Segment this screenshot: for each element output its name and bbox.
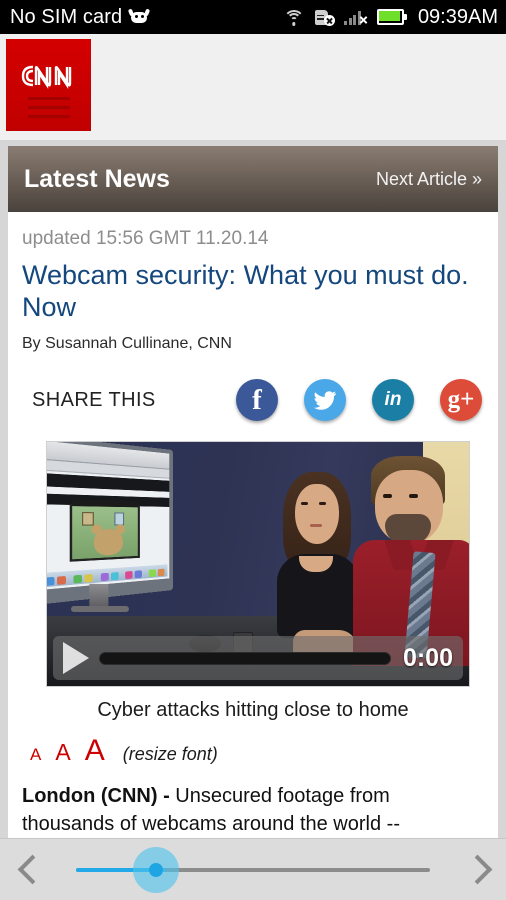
linkedin-icon[interactable]: in	[372, 379, 414, 421]
share-row: SHARE THIS f in g+	[22, 373, 484, 427]
bottom-navigation-bar	[0, 838, 506, 900]
share-icon-group: f in g+	[236, 379, 482, 421]
article-slider[interactable]	[66, 846, 440, 893]
video-progress-bar[interactable]	[99, 651, 391, 665]
article-byline: By Susannah Cullinane, CNN	[22, 335, 232, 352]
status-bar: No SIM card 09:39AM	[0, 0, 506, 34]
video-time-label: 0:00	[402, 643, 453, 672]
imac-computer	[47, 442, 179, 618]
updated-timestamp: updated 15:56 GMT 11.20.14	[22, 228, 269, 249]
resize-font-label: (resize font)	[122, 744, 218, 764]
share-label: SHARE THIS	[32, 388, 156, 411]
app-header	[0, 34, 506, 140]
article-headline: Webcam security: What you must do. Now	[22, 260, 469, 322]
cnn-logo[interactable]	[6, 39, 91, 131]
carrier-label: No SIM card	[10, 5, 123, 28]
font-size-medium-button[interactable]: A	[55, 739, 70, 766]
signal-no-service-icon	[343, 9, 368, 26]
phone-screen: No SIM card 09:39AM Latest News Next Art…	[0, 0, 506, 900]
cnn-wordmark	[15, 61, 81, 91]
section-title: Latest News	[24, 164, 170, 193]
battery-icon	[376, 9, 407, 25]
font-size-small-button[interactable]: A	[30, 745, 41, 765]
article-body: London (CNN) - Unsecured footage from th…	[22, 782, 484, 838]
status-bar-right: 09:39AM	[283, 6, 498, 29]
next-article-button[interactable]: Next Article »	[376, 169, 482, 190]
twitter-icon[interactable]	[304, 379, 346, 421]
person-man	[353, 456, 469, 666]
chevron-right-icon[interactable]	[466, 853, 488, 887]
article-content: updated 15:56 GMT 11.20.14 Webcam securi…	[8, 212, 498, 838]
video-controls: 0:00	[53, 636, 463, 680]
android-head-icon	[128, 8, 151, 24]
wifi-icon	[283, 9, 305, 26]
article-dateline: London (CNN) -	[22, 785, 176, 807]
font-size-large-button[interactable]: A	[85, 734, 105, 768]
sync-disabled-icon	[314, 9, 335, 26]
font-resize-controls: A A A (resize font)	[30, 734, 484, 768]
play-icon[interactable]	[63, 642, 89, 674]
facebook-icon[interactable]: f	[236, 379, 278, 421]
cnn-logo-underlines	[28, 97, 70, 124]
chevron-left-icon[interactable]	[18, 853, 40, 887]
video-player[interactable]: 0:00	[46, 441, 470, 687]
googleplus-icon[interactable]: g+	[440, 379, 482, 421]
slider-thumb[interactable]	[148, 862, 163, 877]
latest-news-bar: Latest News Next Article »	[8, 146, 498, 212]
status-bar-left: No SIM card	[10, 5, 151, 29]
video-caption: Cyber attacks hitting close to home	[97, 699, 409, 721]
clock-label: 09:39AM	[417, 5, 498, 28]
